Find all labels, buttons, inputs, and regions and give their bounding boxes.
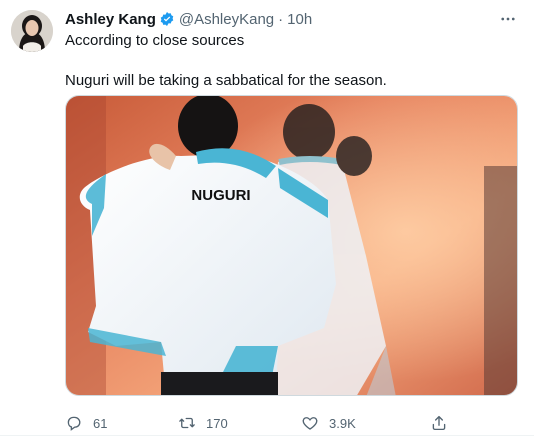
reply-icon [67,416,81,431]
tweet-actions: 61 170 3.9K [65,411,485,435]
avatar[interactable] [11,10,53,52]
verified-badge-icon [159,11,175,27]
share-button[interactable] [430,414,458,432]
retweet-icon [179,417,195,429]
tweet-text: According to close sources Nuguri will b… [65,31,518,91]
like-button[interactable]: 3.9K [301,414,356,432]
photo-image: NUGURI [66,96,517,395]
time-separator: · [278,10,284,28]
reply-count: 61 [93,415,108,431]
heart-icon [302,417,318,430]
author-name[interactable]: Ashley Kang [65,11,156,28]
tweet-header: Ashley Kang @AshleyKang · 10h [65,8,518,30]
like-count: 3.9K [329,415,356,431]
tweet-photo[interactable]: NUGURI [65,95,518,396]
tweet-line: According to close sources [65,32,245,49]
reply-button[interactable]: 61 [65,414,107,432]
share-icon [432,415,446,431]
tweet-line: Nuguri will be taking a sabbatical for t… [65,72,387,89]
tweet-card[interactable]: Ashley Kang @AshleyKang · 10h According … [0,0,534,436]
jersey-name-text: NUGURI [191,187,250,204]
avatar-image [11,10,53,52]
retweet-count: 170 [206,415,228,431]
tweet-time[interactable]: 10h [287,11,312,28]
retweet-button[interactable]: 170 [178,414,228,432]
more-options-icon[interactable] [498,9,518,29]
author-handle[interactable]: @AshleyKang [179,11,274,28]
